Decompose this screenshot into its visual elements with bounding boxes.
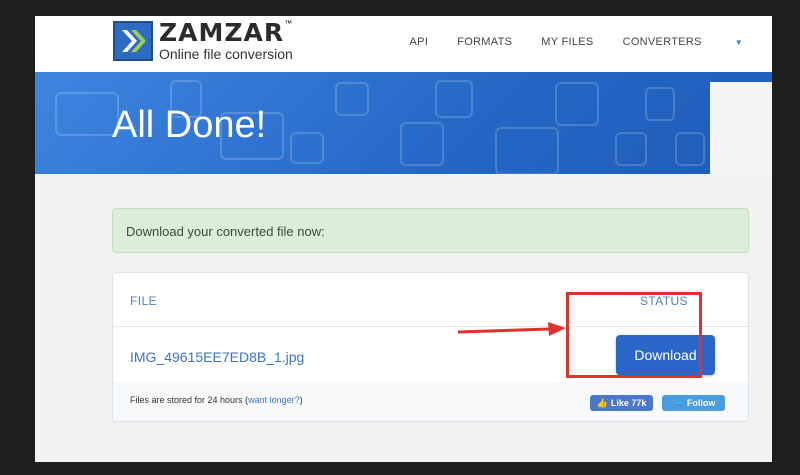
storage-note: Files are stored for 24 hours (want long…	[130, 395, 303, 405]
storage-note-text: Files are stored for 24 hours (	[130, 395, 249, 405]
twitter-follow-button[interactable]: 🐦 Follow	[662, 395, 725, 411]
play-file-icon	[555, 82, 599, 126]
thumbs-up-icon: 👍	[596, 397, 608, 408]
zamzar-logo[interactable]: ZAMZAR™ Online file conversion	[113, 20, 293, 61]
video-icon	[495, 127, 559, 174]
paper-illustration	[710, 82, 772, 174]
file-link[interactable]: IMG_49615EE7ED8B_1.jpg	[130, 349, 304, 365]
nav-converters[interactable]: CONVERTERS ▼	[623, 36, 772, 48]
note-icon	[675, 132, 705, 166]
caret-down-icon: ▼	[734, 38, 743, 47]
want-longer-link[interactable]: want longer?	[248, 395, 300, 405]
table-footer: Files are stored for 24 hours (want long…	[113, 382, 748, 421]
document-icon	[615, 132, 647, 166]
follow-label: Follow	[686, 398, 716, 408]
music-icon	[335, 82, 369, 116]
like-count: Like 77k	[610, 398, 647, 408]
brand-name: ZAMZAR	[159, 18, 285, 47]
monitor-icon	[290, 132, 324, 164]
facebook-like-button[interactable]: 👍 Like 77k	[590, 395, 653, 411]
browser-viewport: ZAMZAR™ Online file conversion API FORMA…	[35, 16, 772, 462]
hero-banner: All Done!	[35, 72, 772, 174]
nav-converters-label: CONVERTERS	[622, 36, 702, 48]
page-title: All Done!	[112, 104, 267, 146]
nav-api[interactable]: API	[410, 36, 429, 48]
red-arrow-annotation	[457, 322, 566, 336]
twitter-bird-icon: 🐦	[671, 397, 683, 408]
highlight-box-annotation	[566, 292, 702, 378]
success-alert: Download your converted file now:	[112, 208, 749, 253]
brand-tagline: Online file conversion	[159, 46, 293, 62]
storage-note-close: )	[299, 395, 303, 405]
sheet-icon	[645, 87, 675, 121]
nav-formats[interactable]: FORMATS	[457, 36, 512, 48]
header: ZAMZAR™ Online file conversion API FORMA…	[35, 16, 772, 72]
main-nav: API FORMATS MY FILES CONVERTERS ▼	[410, 36, 772, 48]
settings-icon	[400, 122, 444, 166]
column-header-file: FILE	[130, 294, 157, 308]
nav-my-files[interactable]: MY FILES	[541, 36, 593, 48]
laptop-icon	[55, 92, 119, 136]
trademark: ™	[284, 19, 293, 28]
alert-message: Download your converted file now:	[126, 224, 325, 239]
logo-chevron-icon	[113, 20, 153, 61]
archive-icon	[435, 80, 473, 118]
